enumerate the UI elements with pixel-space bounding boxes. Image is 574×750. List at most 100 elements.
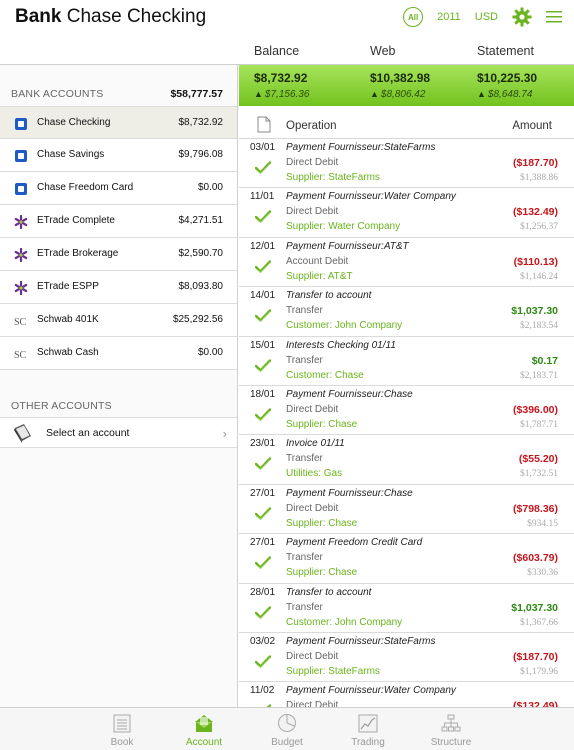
tab-structure[interactable]: Structure: [416, 712, 486, 748]
account-amount: $0.00: [197, 182, 223, 193]
checkmark-icon[interactable]: [254, 161, 272, 179]
checkmark-icon[interactable]: [254, 556, 272, 574]
operation-party: Supplier: Chase: [286, 418, 358, 430]
statement-cell: $10,225.30 ▲ $8,648.74: [477, 71, 537, 100]
currency-selector[interactable]: USD: [475, 11, 498, 23]
select-account-row[interactable]: Select an account ›: [0, 417, 237, 448]
bank-accounts-total: $58,777.57: [170, 88, 223, 100]
chase-icon: [14, 182, 28, 196]
operation-row[interactable]: 15/01 Interests Checking 01/11 Transfer Cus…: [239, 337, 574, 386]
checkmark-icon[interactable]: [254, 408, 272, 426]
tab-budget[interactable]: Budget: [252, 712, 322, 748]
operation-row[interactable]: 11/01 Payment Fournisseur:Water Company Di…: [239, 188, 574, 238]
year-selector[interactable]: 2011: [437, 11, 461, 23]
other-accounts-heading: OTHER ACCOUNTS: [11, 400, 112, 412]
operation-amount: ($187.70): [513, 157, 558, 169]
account-name: Schwab Cash: [37, 347, 99, 358]
checkmark-icon[interactable]: [254, 507, 272, 525]
operation-party: Supplier: Water Company: [286, 221, 401, 233]
operation-row[interactable]: 23/01 Invoice 01/11 Transfer Utilities: Gas…: [239, 435, 574, 485]
accounts-sidebar: BANK ACCOUNTS $58,777.57 Chase Checking …: [0, 65, 238, 707]
schwab-icon: SC: [14, 347, 28, 361]
operation-row[interactable]: 28/01 Transfer to account Transfer Customer…: [239, 584, 574, 633]
account-item-chase-checking[interactable]: Chase Checking $8,732.92: [0, 106, 237, 139]
operation-title: Transfer to account: [286, 290, 372, 302]
operation-party: Customer: Chase: [286, 369, 364, 381]
operations-header: Operation Amount: [239, 106, 574, 139]
operation-amount: ($187.70): [513, 650, 558, 663]
account-item-etrade-complete[interactable]: ETrade Complete $4,271.51: [0, 205, 237, 238]
checkmark-icon[interactable]: [254, 358, 272, 377]
checkmark-icon[interactable]: [254, 210, 272, 228]
web-cell: $10,382.98 ▲ $8,806.42: [370, 71, 430, 100]
account-item-chase-savings[interactable]: Chase Savings $9,796.08: [0, 139, 237, 172]
all-filter-button[interactable]: All: [403, 7, 424, 27]
statement-sub-value: $8,648.74: [487, 89, 533, 100]
account-item-etrade-espp[interactable]: ETrade ESPP $8,093.80: [0, 271, 237, 304]
account-item-schwab-cash[interactable]: SC Schwab Cash $0.00: [0, 337, 237, 370]
operation-party: Supplier: StateFarms: [286, 172, 380, 183]
web-value: $10,382.98: [370, 71, 431, 85]
running-balance: $1,256.37: [520, 222, 558, 233]
operation-row[interactable]: 03/01 Payment Fournisseur:StateFarms Direc…: [239, 139, 574, 189]
operation-type: Transfer: [286, 601, 323, 613]
operation-date: 11/01: [250, 191, 275, 203]
operation-amount: ($132.49): [513, 700, 558, 707]
operation-row[interactable]: 03/02 Payment Fournisseur:StateFarms Direc…: [239, 633, 574, 683]
account-amount: $8,732.92: [178, 117, 224, 128]
operation-date: 28/01: [250, 586, 276, 598]
operation-party: Supplier: Chase: [286, 567, 358, 579]
checkmark-icon[interactable]: [254, 605, 272, 624]
svg-text:SC: SC: [14, 350, 27, 360]
operation-amount: $1,037.30: [511, 601, 558, 614]
statement-value: $10,225.30: [477, 71, 538, 85]
checkmark-icon[interactable]: [254, 260, 272, 278]
operation-date: 27/01: [250, 487, 276, 499]
operation-title: Payment Fournisseur:AT&T: [286, 240, 409, 252]
operation-title: Payment Fournisseur:StateFarms: [286, 635, 436, 647]
operation-amount: ($132.49): [513, 206, 558, 219]
tab-label: Account: [185, 737, 223, 748]
gear-icon[interactable]: [512, 7, 532, 27]
account-item-chase-freedom-card[interactable]: Chase Freedom Card $0.00: [0, 172, 237, 205]
account-amount: $25,292.56: [172, 314, 223, 325]
chase-icon: [14, 149, 28, 163]
operation-row[interactable]: 14/01 Transfer to account Transfer Customer…: [239, 287, 574, 337]
hierarchy-icon: [416, 712, 486, 733]
checkmark-icon[interactable]: [254, 457, 272, 475]
account-item-schwab-401k[interactable]: SC Schwab 401K $25,292.56: [0, 304, 237, 337]
running-balance: $934.15: [527, 518, 558, 529]
operation-row[interactable]: 27/01 Payment Fournisseur:Chase Direct Deb…: [239, 485, 574, 535]
checkmark-icon[interactable]: [254, 655, 272, 673]
etrade-icon: [14, 281, 28, 295]
operation-title: Payment Fournisseur:Chase: [286, 487, 413, 499]
document-icon[interactable]: [257, 116, 271, 138]
tab-trading[interactable]: Trading: [333, 712, 403, 748]
amount-column-header[interactable]: Amount: [512, 120, 552, 132]
operation-column-header[interactable]: Operation: [286, 120, 337, 132]
account-item-etrade-brokerage[interactable]: ETrade Brokerage $2,590.70: [0, 238, 237, 271]
bank-accounts-heading: BANK ACCOUNTS: [11, 88, 104, 100]
operation-row[interactable]: 11/02 Payment Fournisseur:Water Company Di…: [239, 682, 574, 707]
operation-date: 14/01: [250, 290, 276, 302]
tab-book[interactable]: Book: [87, 712, 157, 748]
operation-title: Payment Fournisseur:Water Company: [286, 685, 456, 697]
operation-date: 23/01: [250, 438, 276, 450]
operation-row[interactable]: 27/01 Payment Freedom Credit Card Transfer…: [239, 534, 574, 584]
account-amount: $0.00: [197, 347, 223, 358]
operation-type: Direct Debit: [286, 650, 339, 662]
operation-amount: ($110.13): [513, 255, 558, 268]
up-triangle-icon: ▲: [370, 89, 379, 99]
tab-account[interactable]: Account: [169, 712, 239, 748]
operation-party: Supplier: Chase: [286, 517, 358, 529]
operation-row[interactable]: 12/01 Payment Fournisseur:AT&T Account Deb…: [239, 238, 574, 288]
operation-date: 03/02: [250, 635, 276, 647]
operation-date: 15/01: [250, 339, 276, 351]
operation-type: Direct Debit: [286, 157, 339, 168]
etrade-icon: [14, 248, 28, 262]
checkmark-icon[interactable]: [254, 309, 272, 327]
menu-icon[interactable]: [546, 10, 562, 24]
running-balance: $1,787.71: [520, 419, 558, 430]
operation-party: Customer: John Company: [286, 320, 403, 332]
operation-row[interactable]: 18/01 Payment Fournisseur:Chase Direct Deb…: [239, 386, 574, 436]
